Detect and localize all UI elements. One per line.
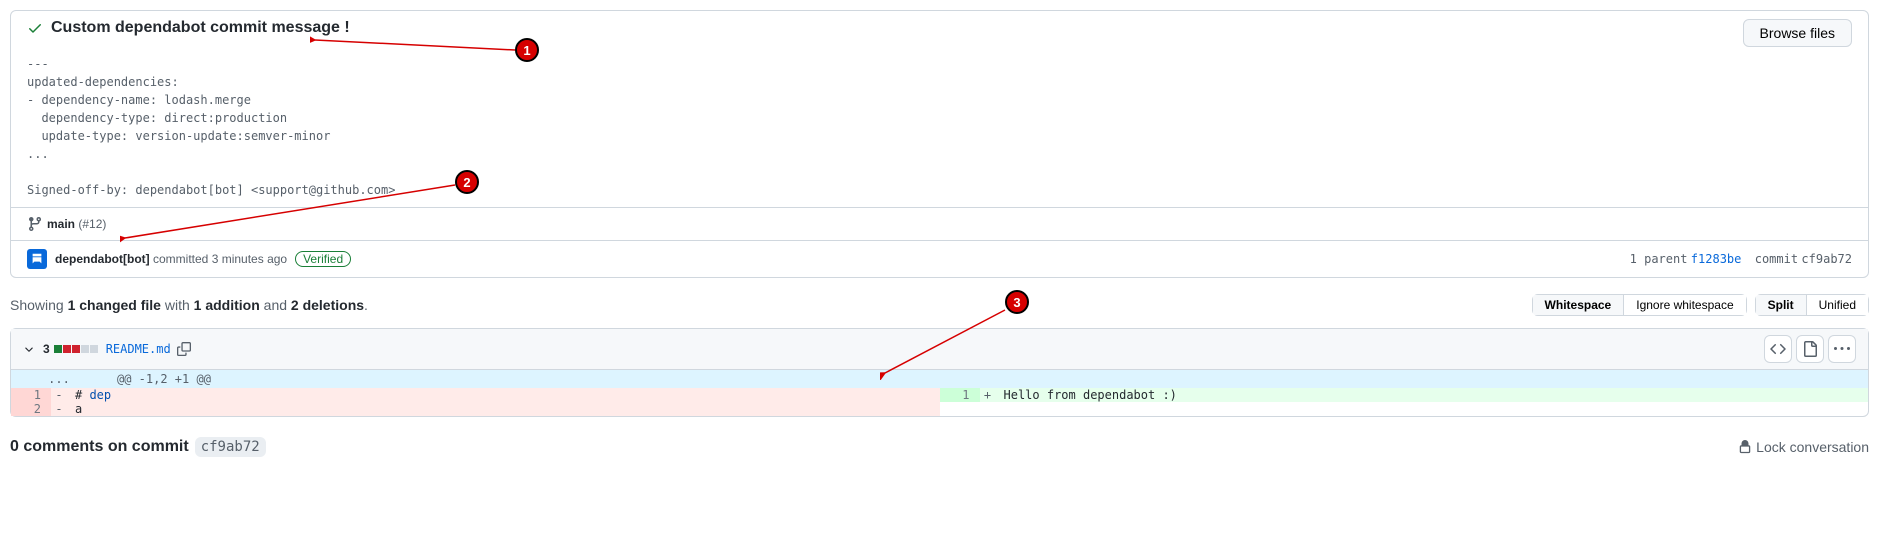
check-icon	[27, 20, 43, 36]
diff-line-deletion[interactable]: 2 - a	[11, 402, 940, 416]
branch-row: main (#12)	[11, 207, 1868, 240]
filename[interactable]: README.md	[106, 342, 171, 356]
unified-view-button[interactable]: Unified	[1807, 294, 1869, 316]
diff-header: 3 README.md	[11, 329, 1868, 370]
commit-title: Custom dependabot commit message !	[51, 19, 350, 37]
diff-line-deletion[interactable]: 1 - # dep	[11, 388, 940, 402]
diff-file: 3 README.md ... @@ -1,2 +1 @@	[10, 328, 1869, 417]
kebab-menu-icon[interactable]	[1828, 335, 1856, 363]
diffstat-number: 3	[43, 342, 50, 356]
commit-action: committed	[153, 252, 208, 266]
comments-header: 0 comments on commit cf9ab72 Lock conver…	[10, 433, 1869, 461]
diff-left-side: 1 - # dep 2 - a	[11, 388, 940, 416]
hunk-header: ... @@ -1,2 +1 @@	[11, 370, 1868, 388]
browse-files-button[interactable]: Browse files	[1743, 19, 1852, 47]
git-branch-icon	[27, 216, 43, 232]
split-view-button[interactable]: Split	[1755, 294, 1807, 316]
deletions-count: 2 deletions	[291, 297, 364, 313]
commit-time: 3 minutes ago	[212, 252, 287, 266]
comments-sha: cf9ab72	[195, 437, 266, 457]
commit-sha: cf9ab72	[1801, 252, 1852, 266]
branch-name[interactable]: main	[47, 217, 75, 231]
author-name[interactable]: dependabot[bot]	[55, 252, 150, 266]
hunk-text: @@ -1,2 +1 @@	[107, 370, 221, 388]
commit-meta-row: dependabot[bot] committed 3 minutes ago …	[11, 240, 1868, 277]
commit-box: Custom dependabot commit message ! Brows…	[10, 10, 1869, 278]
comments-title: 0 comments on commit	[10, 438, 189, 456]
view-source-button[interactable]	[1764, 335, 1792, 363]
avatar[interactable]	[27, 249, 47, 269]
summary-row: Showing 1 changed file with 1 addition a…	[10, 294, 1869, 316]
pr-reference[interactable]: (#12)	[78, 217, 106, 231]
view-toggle: Split Unified	[1755, 294, 1869, 316]
diff-line-addition[interactable]: 1 + Hello from dependabot :)	[940, 388, 1869, 402]
whitespace-button[interactable]: Whitespace	[1532, 294, 1625, 316]
ignore-whitespace-button[interactable]: Ignore whitespace	[1624, 294, 1746, 316]
verified-badge[interactable]: Verified	[295, 251, 351, 267]
lock-icon	[1738, 440, 1752, 454]
commit-label: commit	[1755, 252, 1798, 266]
diff-right-side: 1 + Hello from dependabot :)	[940, 388, 1869, 416]
additions-count: 1 addition	[194, 297, 260, 313]
whitespace-toggle: Whitespace Ignore whitespace	[1532, 294, 1747, 316]
diffstat-blocks	[54, 345, 98, 353]
commit-description: --- updated-dependencies: - dependency-n…	[11, 55, 1868, 207]
copy-icon[interactable]	[177, 342, 191, 356]
parent-label: 1 parent	[1630, 252, 1688, 266]
changed-files-count: 1 changed file	[68, 297, 161, 313]
lock-conversation-button[interactable]: Lock conversation	[1738, 439, 1869, 455]
view-file-button[interactable]	[1796, 335, 1824, 363]
chevron-down-icon[interactable]	[23, 343, 35, 355]
parent-sha[interactable]: f1283be	[1691, 252, 1742, 266]
